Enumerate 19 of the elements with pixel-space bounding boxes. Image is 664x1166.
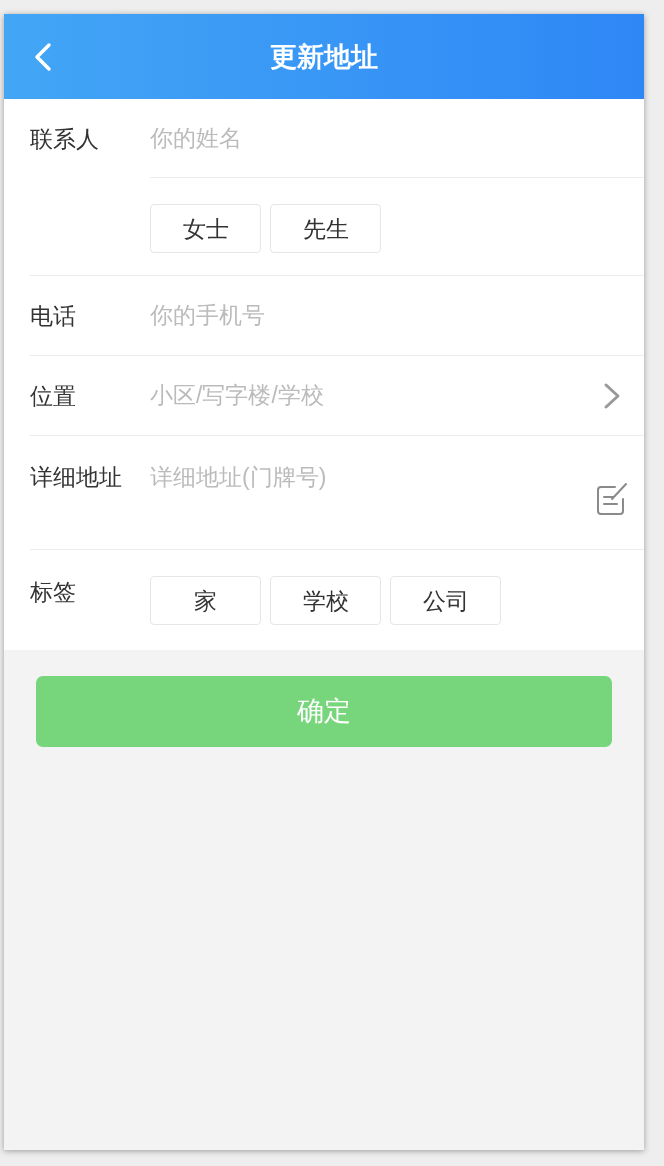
field-label: 位置 bbox=[30, 381, 76, 411]
field-label: 联系人 bbox=[30, 124, 99, 154]
back-button[interactable] bbox=[34, 41, 52, 72]
option-button[interactable]: 公司 bbox=[390, 576, 501, 625]
chevron-left-icon bbox=[34, 41, 52, 72]
textarea-field[interactable]: 详细地址(门牌号) bbox=[150, 436, 596, 548]
option-button[interactable]: 先生 bbox=[270, 204, 381, 253]
option-button[interactable]: 家 bbox=[150, 576, 261, 625]
input-field[interactable]: 小区/写字楼/学校 bbox=[150, 356, 603, 435]
field-label: 电话 bbox=[30, 301, 76, 331]
option-button[interactable]: 学校 bbox=[270, 576, 381, 625]
input-field[interactable]: 你的手机号 bbox=[150, 276, 644, 355]
field-label: 标签 bbox=[30, 579, 76, 605]
input-field[interactable]: 你的姓名 bbox=[150, 99, 644, 177]
page-title: 更新地址 bbox=[270, 40, 378, 74]
option-button[interactable]: 女士 bbox=[150, 204, 261, 253]
chevron-right-icon bbox=[603, 381, 621, 410]
edit-note-icon bbox=[596, 482, 628, 516]
field-label: 详细地址 bbox=[30, 464, 122, 490]
